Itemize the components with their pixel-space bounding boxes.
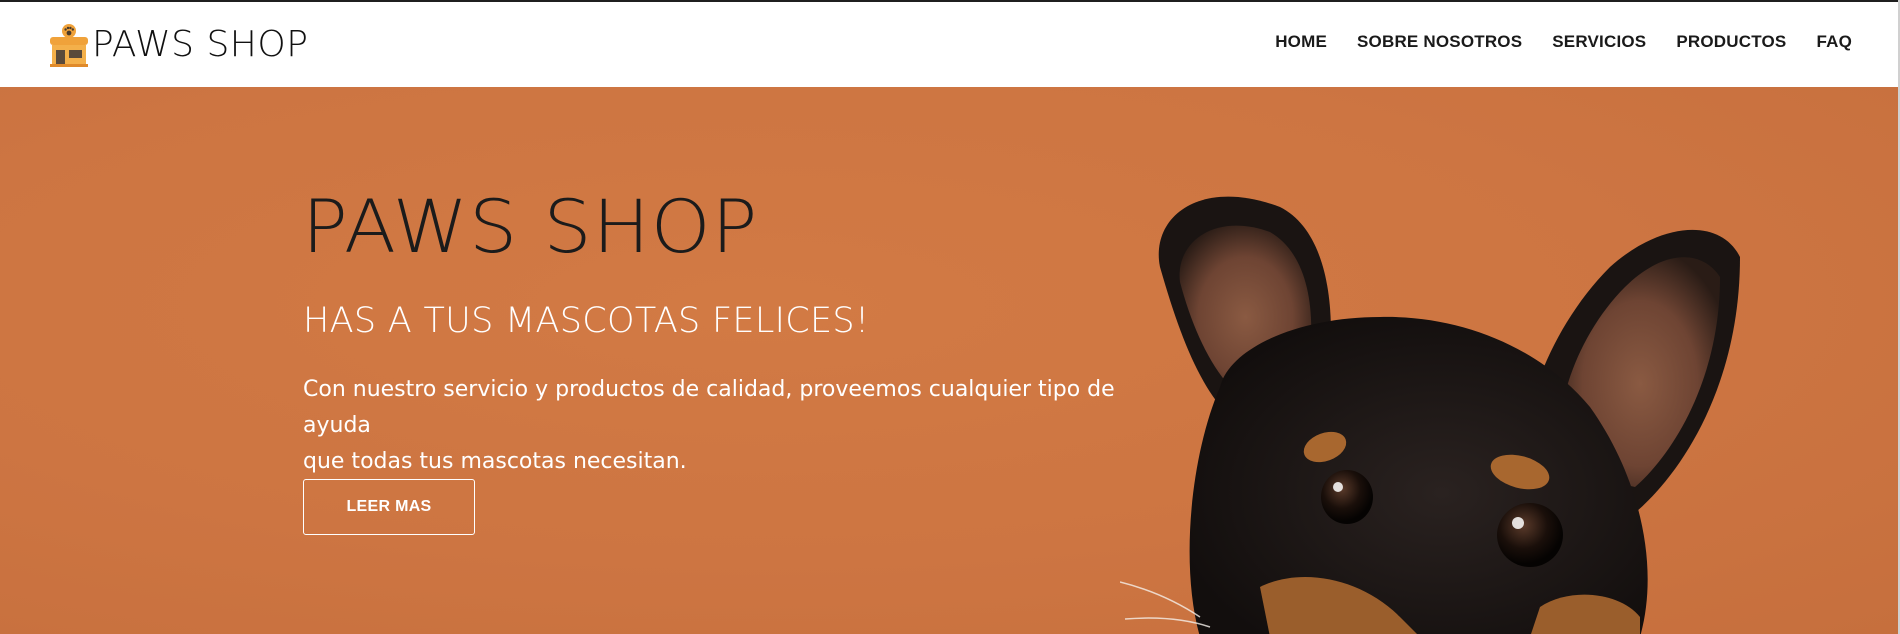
- read-more-button[interactable]: LEER MAS: [303, 479, 475, 535]
- hero-banner: PAWS SHOP HAS A TUS MASCOTAS FELICES! Co…: [0, 87, 1900, 634]
- pet-shop-icon: [50, 24, 88, 67]
- brand[interactable]: PAWS SHOP: [48, 20, 308, 70]
- hero-description-line-2: que todas tus mascotas necesitan.: [303, 449, 687, 474]
- brand-name: PAWS SHOP: [92, 24, 309, 65]
- nav-item-servicios[interactable]: SERVICIOS: [1552, 32, 1646, 52]
- nav-item-faq[interactable]: FAQ: [1816, 32, 1852, 52]
- hero-description: Con nuestro servicio y productos de cali…: [303, 372, 1183, 480]
- dog-photo: [1120, 196, 1740, 634]
- navbar: PAWS SHOP HOME SOBRE NOSOTROS SERVICIOS …: [0, 2, 1900, 87]
- nav-item-home[interactable]: HOME: [1275, 32, 1327, 52]
- page: PAWS SHOP HOME SOBRE NOSOTROS SERVICIOS …: [0, 0, 1900, 634]
- hero-title: PAWS SHOP: [302, 183, 759, 270]
- main-nav: HOME SOBRE NOSOTROS SERVICIOS PRODUCTOS …: [1245, 32, 1852, 52]
- nav-item-sobre-nosotros[interactable]: SOBRE NOSOTROS: [1357, 32, 1522, 52]
- hero-subtitle: HAS A TUS MASCOTAS FELICES!: [303, 301, 870, 341]
- hero-description-line-1: Con nuestro servicio y productos de cali…: [303, 377, 1115, 438]
- nav-item-productos[interactable]: PRODUCTOS: [1676, 32, 1786, 52]
